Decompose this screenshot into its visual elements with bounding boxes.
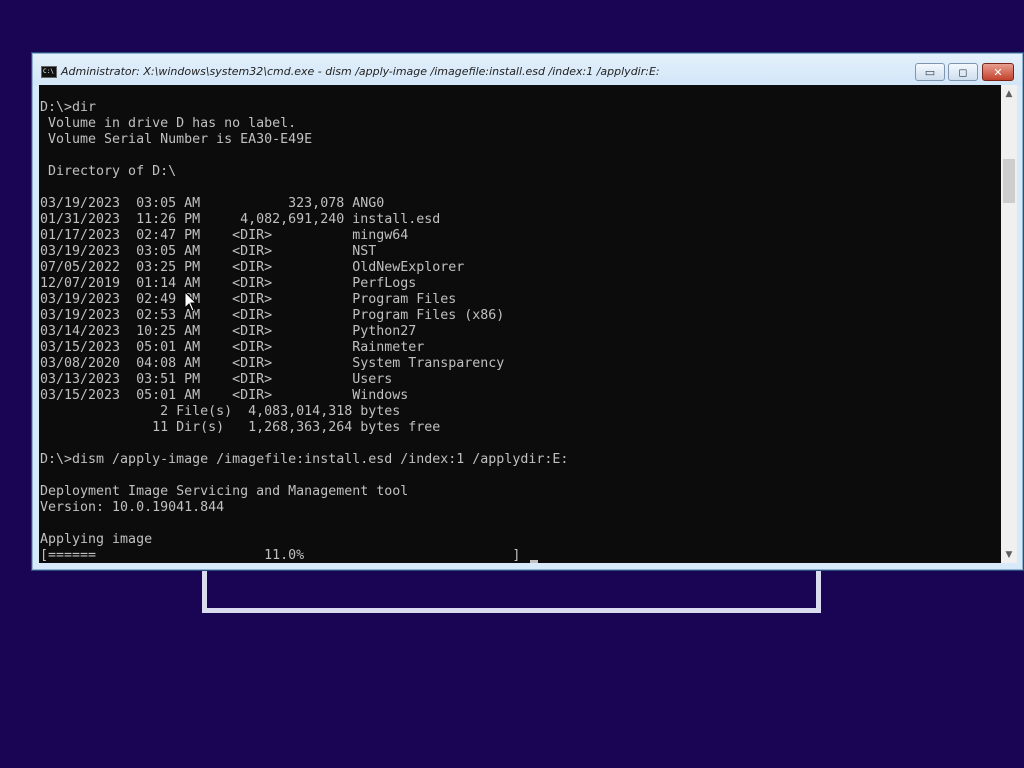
window-title: Administrator: X:\windows\system32\cmd.e… (61, 65, 660, 78)
console-line: Applying image (40, 532, 153, 547)
console-line: 11 Dir(s) 1,268,363,264 bytes free (40, 420, 441, 435)
title-bar[interactable]: C:\ Administrator: X:\windows\system32\c… (33, 54, 1022, 86)
arrow-up-icon: ▲ (1005, 88, 1013, 99)
console-line: 07/05/2022 03:25 PM <DIR> OldNewExplorer (40, 260, 465, 275)
scroll-up-button[interactable]: ▲ (1001, 85, 1017, 102)
console-line: 01/31/2023 11:26 PM 4,082,691,240 instal… (40, 212, 441, 227)
console-line: 03/19/2023 03:05 AM <DIR> NST (40, 244, 377, 259)
scroll-down-button[interactable]: ▼ (1001, 546, 1017, 563)
console-line: Volume in drive D has no label. (40, 116, 297, 131)
console-line: 03/19/2023 02:49 PM <DIR> Program Files (40, 292, 457, 307)
text-cursor (530, 560, 538, 563)
console-line: 03/13/2023 03:51 PM <DIR> Users (40, 372, 393, 387)
maximize-button[interactable]: ◻ (948, 63, 978, 81)
console-line: 03/15/2023 05:01 AM <DIR> Rainmeter (40, 340, 425, 355)
arrow-down-icon: ▼ (1005, 549, 1013, 560)
cmd-icon: C:\ (41, 66, 57, 78)
maximize-icon: ◻ (958, 65, 968, 79)
console-line: 03/19/2023 02:53 AM <DIR> Program Files … (40, 308, 505, 323)
minimize-icon: ▭ (924, 65, 936, 79)
console-line: 03/15/2023 05:01 AM <DIR> Windows (40, 388, 409, 403)
console-line: 01/17/2023 02:47 PM <DIR> mingw64 (40, 228, 409, 243)
console-line: Directory of D:\ (40, 164, 177, 179)
console-line: 12/07/2019 01:14 AM <DIR> PerfLogs (40, 276, 417, 291)
console-line: Version: 10.0.19041.844 (40, 500, 225, 515)
minimize-button[interactable]: ▭ (915, 63, 945, 81)
console-line: Deployment Image Servicing and Managemen… (40, 484, 409, 499)
console-text: D:\>dir Volume in drive D has no label. … (40, 100, 568, 563)
console-line: 2 File(s) 4,083,014,318 bytes (40, 404, 401, 419)
console-line: D:\>dism /apply-image /imagefile:install… (40, 452, 569, 467)
close-button[interactable]: ✕ (982, 63, 1014, 81)
console-line: 03/14/2023 10:25 AM <DIR> Python27 (40, 324, 417, 339)
console-output[interactable]: D:\>dir Volume in drive D has no label. … (39, 85, 1001, 563)
mouse-pointer-icon (184, 291, 198, 312)
scroll-thumb[interactable] (1003, 159, 1015, 203)
console-line: 03/19/2023 03:05 AM 323,078 ANG0 (40, 196, 385, 211)
vertical-scrollbar[interactable]: ▲ ▼ (1001, 85, 1017, 563)
console-line: 03/08/2020 04:08 AM <DIR> System Transpa… (40, 356, 505, 371)
close-icon: ✕ (993, 65, 1003, 79)
console-line: Volume Serial Number is EA30-E49E (40, 132, 313, 147)
cmd-window[interactable]: C:\ Administrator: X:\windows\system32\c… (32, 53, 1023, 570)
console-line: [====== 11.0% ] (40, 548, 521, 563)
console-line: D:\>dir (40, 100, 97, 115)
